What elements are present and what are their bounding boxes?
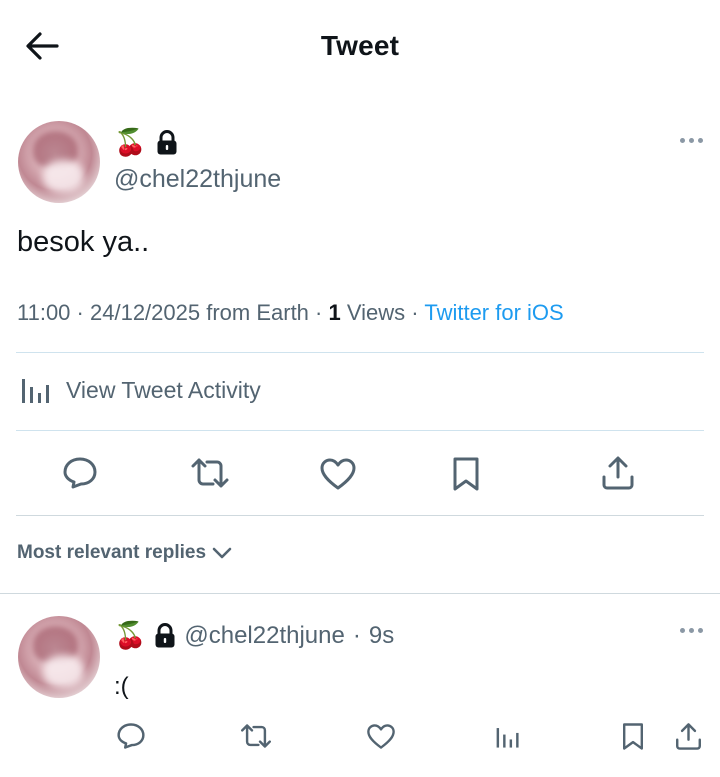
reply-button[interactable] — [60, 453, 100, 493]
more-icon[interactable] — [680, 138, 703, 143]
share-button[interactable] — [672, 720, 704, 752]
views-count: 1 — [328, 300, 341, 325]
page-title: Tweet — [320, 30, 400, 61]
retweet-button[interactable] — [238, 720, 274, 752]
share-button[interactable] — [598, 453, 638, 493]
more-icon[interactable] — [680, 628, 703, 633]
bookmark-button[interactable] — [448, 454, 484, 494]
replies-sort-label: Most relevant replies — [17, 542, 207, 563]
like-button[interactable] — [365, 721, 397, 751]
retweet-button[interactable] — [188, 453, 232, 493]
like-icon — [367, 723, 395, 749]
retweet-icon — [241, 724, 271, 748]
reply-age: 9s — [368, 621, 395, 649]
replies-sort-dropdown[interactable]: Most relevant replies — [17, 542, 232, 564]
like-icon — [320, 458, 356, 490]
bookmark-button[interactable] — [619, 720, 647, 752]
reply-text: :( — [114, 673, 129, 700]
lock-icon — [155, 622, 175, 647]
reply-handle[interactable]: @chel22thjune — [184, 622, 344, 650]
share-icon — [675, 722, 701, 750]
retweet-icon — [191, 458, 229, 488]
avatar[interactable] — [18, 121, 100, 203]
bookmark-icon — [623, 722, 643, 750]
tweet-meta: 11:00 · 24/12/2025 from Earth · 1 Views … — [17, 300, 564, 325]
divider — [16, 515, 704, 516]
bookmark-icon — [453, 457, 479, 491]
divider — [0, 593, 720, 594]
author-handle[interactable]: @chel22thjune — [114, 165, 281, 194]
divider — [16, 352, 704, 353]
views-label: Views — [346, 300, 406, 325]
activity-label: View Tweet Activity — [66, 376, 261, 403]
reply-button[interactable] — [114, 720, 148, 752]
tweet-text: besok ya.. — [17, 226, 150, 258]
reply-icon — [117, 723, 145, 749]
like-button[interactable] — [318, 455, 358, 493]
reply-header: 🍒 @chel22thjune · 9s — [114, 620, 395, 650]
cherry-emoji: 🍒 — [114, 127, 147, 157]
tweet-time: 11:00 — [17, 300, 71, 325]
lock-icon — [157, 129, 177, 154]
reply-avatar[interactable] — [18, 616, 100, 698]
view-tweet-activity[interactable]: View Tweet Activity — [20, 375, 261, 405]
views-button[interactable] — [494, 722, 522, 752]
cherry-emoji: 🍒 — [114, 620, 147, 650]
author-name[interactable]: 🍒 — [114, 127, 178, 158]
tweet-date: 24/12/2025 from Earth — [90, 300, 309, 325]
share-icon — [602, 456, 634, 490]
chevron-down-icon — [212, 547, 232, 559]
source-link[interactable]: Twitter for iOS — [424, 300, 563, 325]
bar-chart-icon — [22, 379, 49, 403]
divider — [16, 430, 704, 431]
bar-chart-icon — [496, 728, 519, 748]
reply-icon — [63, 457, 97, 489]
